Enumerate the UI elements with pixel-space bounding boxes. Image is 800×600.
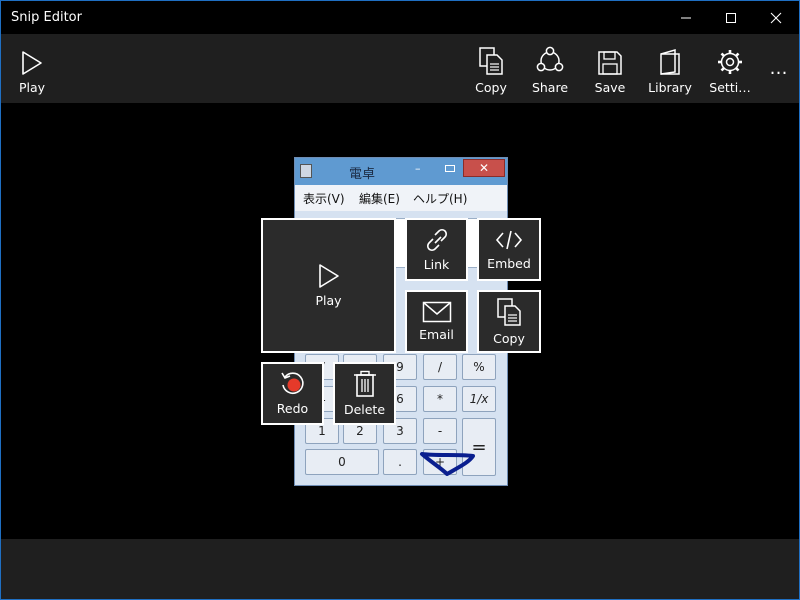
calc-key-0: 0	[305, 449, 379, 475]
snip-menu-help: ヘルプ(H)	[413, 192, 468, 206]
copy-button[interactable]: Copy	[464, 34, 518, 103]
link-icon	[426, 228, 447, 252]
maximize-icon	[726, 12, 736, 23]
snip-calculator-titlebar: 電卓 – ✕	[295, 158, 507, 185]
calc-key-divide: /	[423, 354, 457, 380]
email-icon	[422, 301, 451, 323]
gear-icon	[718, 50, 742, 74]
snip-menu-edit: 編集(E)	[359, 192, 400, 206]
redo-tile-label: Redo	[276, 401, 309, 416]
settings-button[interactable]: Setti…	[703, 34, 757, 103]
pen-annotation	[420, 452, 475, 476]
play-button-label: Play	[18, 80, 46, 95]
copy-button-label: Copy	[475, 80, 507, 95]
snip-minimize-icon: –	[415, 162, 421, 175]
share-button[interactable]: Share	[523, 34, 577, 103]
save-button[interactable]: Save	[583, 34, 637, 103]
snip-canvas[interactable]: 電卓 – ✕ 表示(V) 編集(E) ヘルプ(H) 7 8 9 / % 4 5 …	[1, 103, 799, 539]
play-tile[interactable]: Play	[261, 218, 396, 353]
copy-icon	[497, 298, 521, 326]
play-tile-label: Play	[315, 293, 342, 308]
more-options-label: …	[769, 58, 789, 79]
email-tile[interactable]: Email	[405, 290, 468, 353]
copy-tile[interactable]: Copy	[477, 290, 541, 353]
delete-tile[interactable]: Delete	[333, 362, 396, 425]
redo-record-icon	[280, 372, 304, 394]
play-icon	[318, 264, 339, 288]
copy-icon	[479, 47, 503, 75]
email-tile-label: Email	[419, 327, 454, 342]
close-icon	[770, 12, 782, 23]
delete-tile-label: Delete	[343, 402, 386, 417]
play-button[interactable]: Play	[9, 34, 55, 103]
close-button[interactable]	[753, 1, 799, 34]
more-options-button[interactable]: …	[763, 34, 795, 103]
calc-key-decimal: .	[383, 449, 417, 475]
trash-icon	[353, 370, 376, 397]
save-icon	[598, 51, 622, 75]
snip-maximize-icon	[445, 165, 455, 172]
calc-key-reciprocal: 1/x	[462, 386, 496, 412]
share-button-label: Share	[531, 80, 569, 95]
copy-tile-label: Copy	[493, 331, 525, 346]
calculator-app-icon	[300, 164, 312, 178]
bottom-bar	[1, 539, 799, 599]
save-button-label: Save	[594, 80, 626, 95]
snip-menu-view: 表示(V)	[303, 192, 345, 206]
snip-editor-window: Snip Editor Play Copy Share Save Library…	[0, 0, 800, 600]
embed-tile[interactable]: Embed	[477, 218, 541, 281]
calc-key-multiply: *	[423, 386, 457, 412]
minimize-button[interactable]	[663, 1, 709, 34]
toolbar: Play Copy Share Save Library Setti… …	[1, 34, 799, 103]
library-icon	[660, 49, 680, 75]
play-icon	[22, 51, 42, 75]
maximize-button[interactable]	[708, 1, 754, 34]
settings-button-label: Setti…	[709, 80, 751, 95]
share-icon	[536, 46, 564, 72]
snip-calculator-title: 電卓	[349, 167, 376, 182]
library-button-label: Library	[648, 80, 692, 95]
embed-code-icon	[495, 230, 523, 250]
redo-tile[interactable]: Redo	[261, 362, 324, 425]
calc-key-percent: %	[462, 354, 496, 380]
calc-key-subtract: -	[423, 418, 457, 444]
link-tile-label: Link	[423, 257, 450, 272]
snip-calculator-menubar: 表示(V) 編集(E) ヘルプ(H)	[295, 185, 507, 211]
snip-close-icon: ✕	[463, 159, 505, 177]
library-button[interactable]: Library	[642, 34, 698, 103]
title-bar: Snip Editor	[1, 1, 799, 34]
window-title: Snip Editor	[11, 10, 82, 25]
embed-tile-label: Embed	[487, 256, 531, 271]
link-tile[interactable]: Link	[405, 218, 468, 281]
minimize-icon	[681, 17, 691, 18]
